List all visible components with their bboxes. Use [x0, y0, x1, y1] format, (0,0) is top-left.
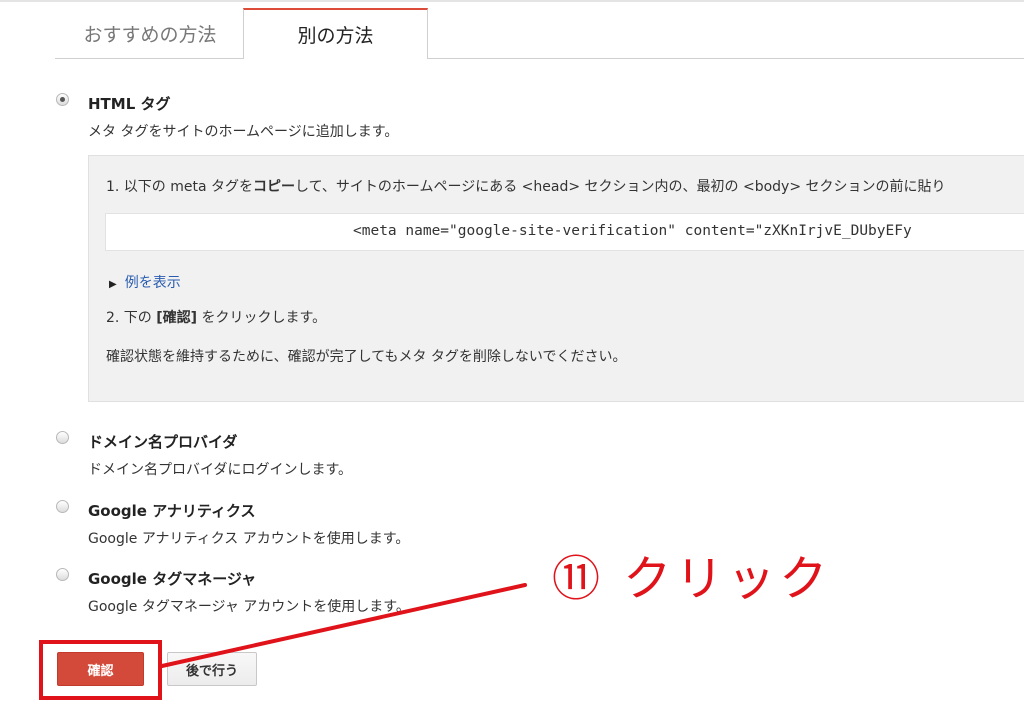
annotation-pointer-line	[160, 583, 527, 668]
annotation-click-label: ⑪ クリック	[552, 551, 832, 607]
